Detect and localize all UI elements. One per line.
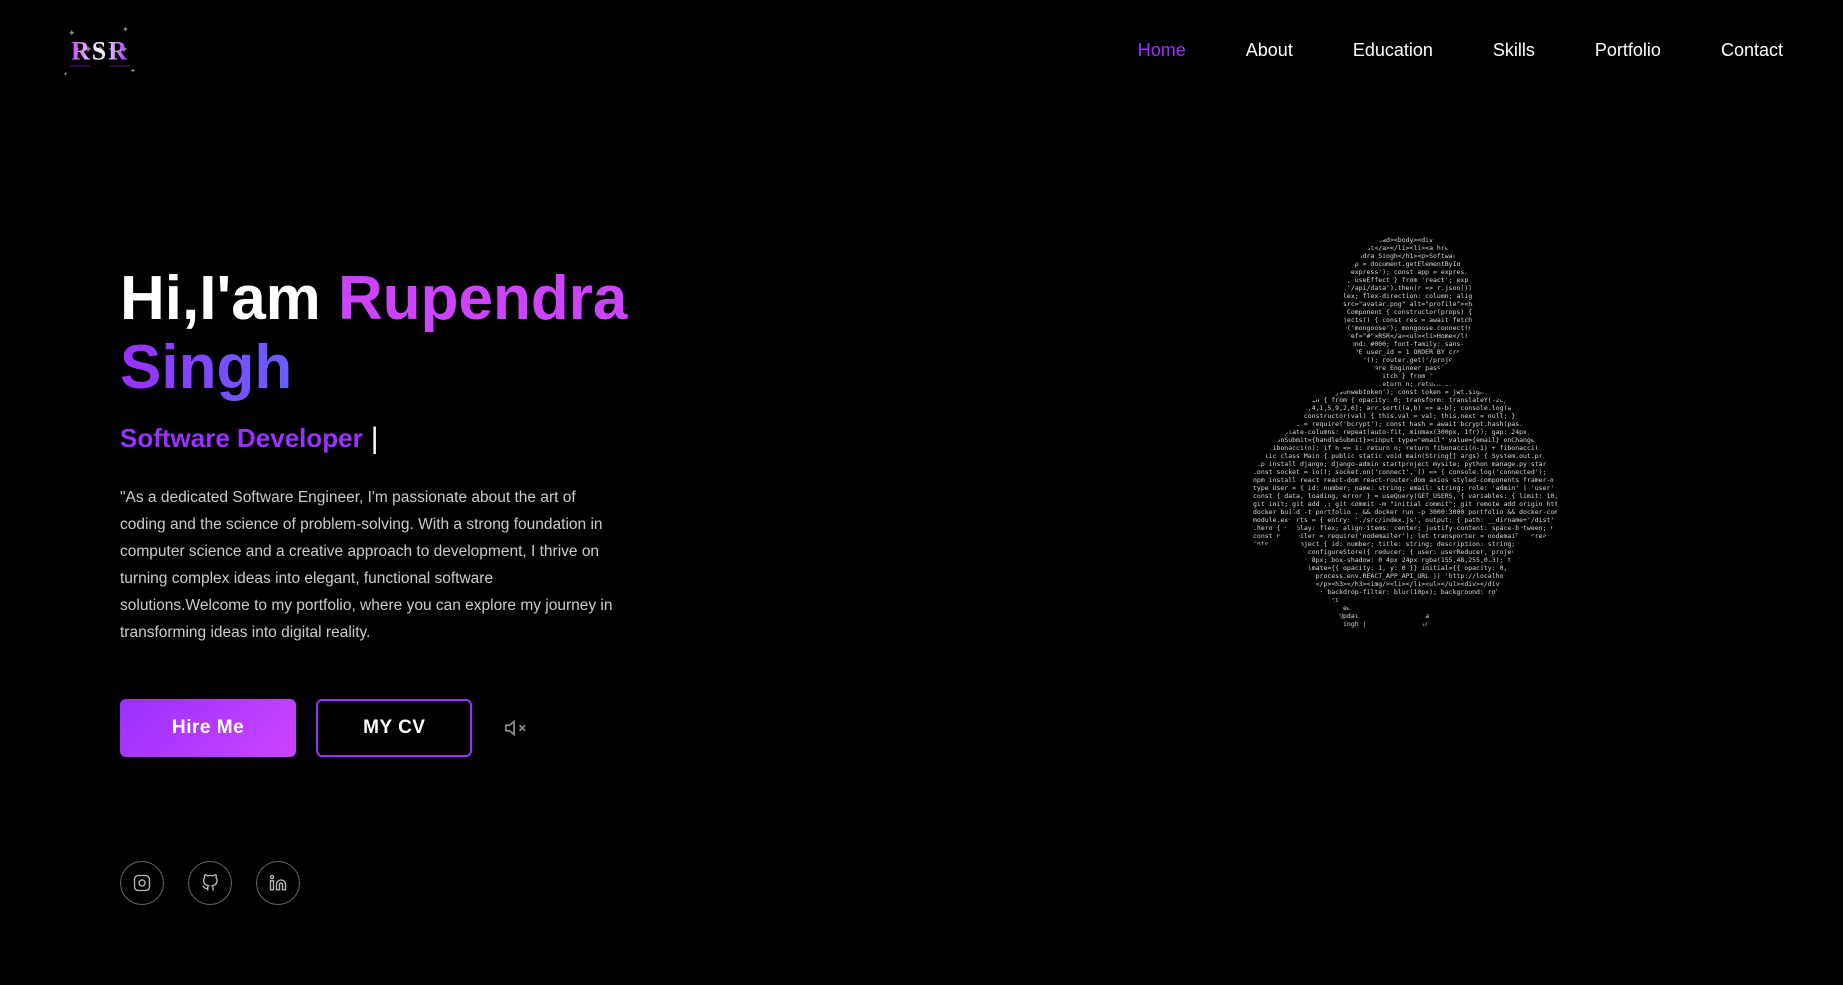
nav-link-portfolio[interactable]: Portfolio <box>1595 40 1661 60</box>
greeting-text: Hi,I'am <box>120 264 338 333</box>
nav-link-skills[interactable]: Skills <box>1493 40 1535 60</box>
code-silhouette: <html><head><title>Portfolio</title><lin… <box>1173 226 1593 796</box>
nav-link-education[interactable]: Education <box>1353 40 1433 60</box>
nav-item-about[interactable]: About <box>1246 40 1293 61</box>
person-silhouette-svg: <html><head><title>Portfolio</title><lin… <box>1173 226 1593 796</box>
linkedin-link[interactable] <box>256 861 300 905</box>
hero-title: Software Developer <box>120 422 627 456</box>
instagram-link[interactable] <box>120 861 164 905</box>
hire-me-button[interactable]: Hire Me <box>120 699 296 757</box>
svg-text:✦: ✦ <box>122 25 129 34</box>
hero-buttons: Hire Me MY CV <box>120 699 627 757</box>
github-link[interactable] <box>188 861 232 905</box>
social-bar <box>120 861 300 905</box>
nav-item-skills[interactable]: Skills <box>1493 40 1535 61</box>
my-cv-button[interactable]: MY CV <box>316 699 472 757</box>
nav-link-about[interactable]: About <box>1246 40 1293 60</box>
hero-greeting: Hi,I'am Rupendra <box>120 265 627 333</box>
hero-description: "As a dedicated Software Engineer, I'm p… <box>120 484 620 647</box>
first-name: Rupendra <box>338 264 627 333</box>
svg-text:✦: ✦ <box>63 71 68 78</box>
hero-image: <html><head><title>Portfolio</title><lin… <box>1103 211 1663 811</box>
nav-links: Home About Education Skills Portfolio Co… <box>1138 40 1783 61</box>
last-name: Singh <box>120 334 627 402</box>
mute-icon[interactable] <box>500 713 530 743</box>
svg-text:✦: ✦ <box>130 67 136 75</box>
hero-section: Hi,I'am Rupendra Singh Software Develope… <box>0 101 1843 921</box>
logo[interactable]: ✦ ✦ ✦ ✦ ✦ ✦ ✦ ✦ ✦ RSR <box>60 18 140 83</box>
nav-item-portfolio[interactable]: Portfolio <box>1595 40 1661 61</box>
svg-text:<html><head><title>Portfolio</: <html><head><title>Portfolio</title><lin… <box>1253 228 1593 628</box>
hero-content: Hi,I'am Rupendra Singh Software Develope… <box>120 265 627 756</box>
nav-link-contact[interactable]: Contact <box>1721 40 1783 60</box>
navbar: ✦ ✦ ✦ ✦ ✦ ✦ ✦ ✦ ✦ RSR Home About <box>0 0 1843 101</box>
svg-text:RSR: RSR <box>71 37 129 66</box>
nav-item-education[interactable]: Education <box>1353 40 1433 61</box>
nav-item-contact[interactable]: Contact <box>1721 40 1783 61</box>
nav-item-home[interactable]: Home <box>1138 40 1186 61</box>
nav-link-home[interactable]: Home <box>1138 40 1186 60</box>
